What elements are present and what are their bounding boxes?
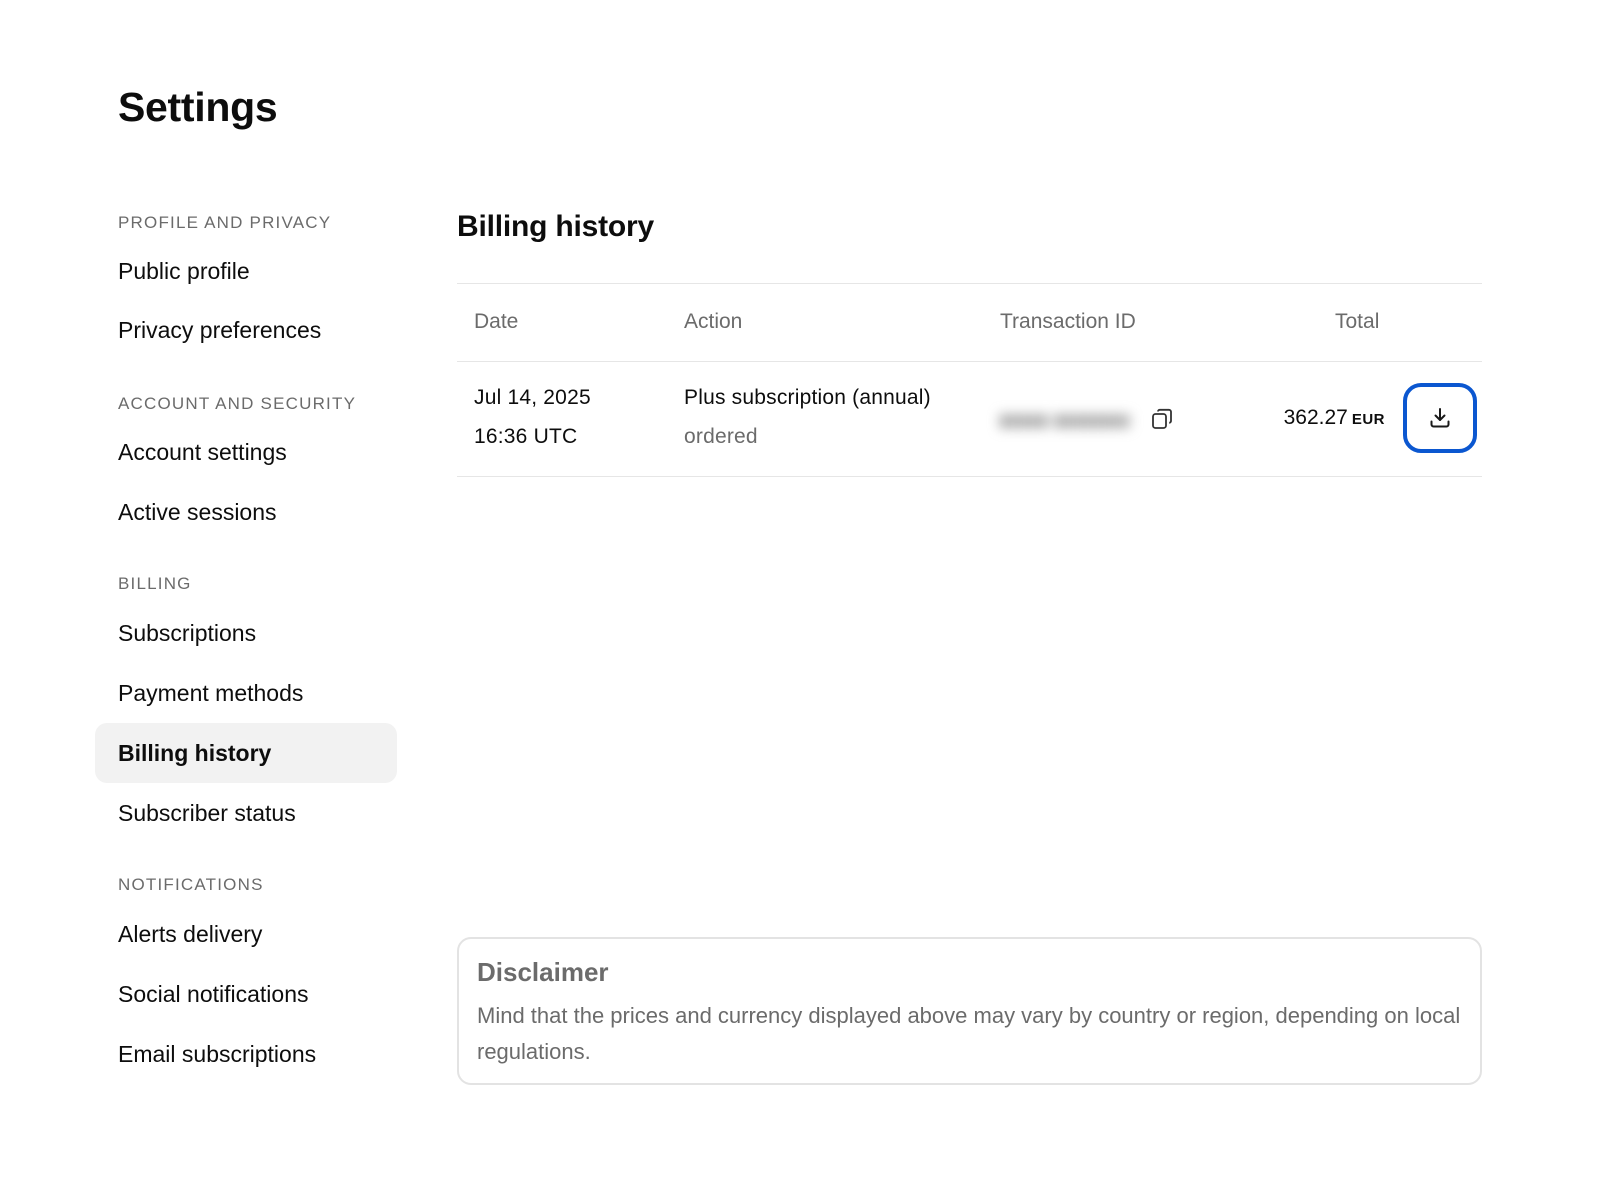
- sidebar-item-email-subscriptions[interactable]: Email subscriptions: [95, 1024, 397, 1084]
- sidebar-item-label: Payment methods: [118, 679, 304, 706]
- sidebar-section-profile-privacy: PROFILE AND PRIVACY: [118, 213, 332, 232]
- transaction-id-redacted: ▮▮▮▮▮ ▮▮▮▮▮▮▮▮ ▮▮▮: [999, 410, 1129, 428]
- sidebar-item-payment-methods[interactable]: Payment methods: [95, 663, 397, 723]
- billing-action-status: ordered: [684, 425, 758, 448]
- sidebar-item-public-profile[interactable]: Public profile: [95, 241, 397, 301]
- sidebar-item-label: Subscriber status: [118, 799, 296, 826]
- sidebar-item-subscriptions[interactable]: Subscriptions: [95, 603, 397, 663]
- sidebar-item-subscriber-status[interactable]: Subscriber status: [95, 783, 397, 843]
- page-title: Settings: [118, 84, 278, 130]
- sidebar-item-label: Active sessions: [118, 498, 277, 525]
- sidebar-item-label: Subscriptions: [118, 619, 257, 646]
- column-header-action: Action: [684, 310, 743, 333]
- column-header-date: Date: [474, 310, 519, 333]
- sidebar-item-label: Account settings: [118, 438, 287, 465]
- sidebar-section-account-security: ACCOUNT AND SECURITY: [118, 394, 357, 413]
- disclaimer-box: Disclaimer Mind that the prices and curr…: [457, 937, 1482, 1085]
- sidebar-section-notifications: NOTIFICATIONS: [118, 875, 264, 894]
- section-title: Billing history: [457, 210, 655, 243]
- copy-transaction-id-button[interactable]: [1149, 406, 1175, 432]
- sidebar-item-label: Privacy preferences: [118, 316, 322, 343]
- billing-amount: 362.27: [1283, 406, 1348, 429]
- sidebar-item-privacy-preferences[interactable]: Privacy preferences: [95, 300, 397, 360]
- billing-date: Jul 14, 2025: [474, 386, 591, 409]
- column-header-transaction-id: Transaction ID: [1000, 310, 1136, 333]
- copy-icon: [1152, 408, 1172, 429]
- sidebar-section-billing: BILLING: [118, 574, 192, 593]
- sidebar-item-label: Billing history: [118, 739, 272, 766]
- disclaimer-text: Mind that the prices and currency displa…: [477, 1003, 1461, 1064]
- sidebar-item-alerts-delivery[interactable]: Alerts delivery: [95, 904, 397, 964]
- column-header-total: Total: [1335, 310, 1380, 333]
- billing-time: 16:36 UTC: [474, 425, 578, 448]
- sidebar-item-label: Public profile: [118, 257, 250, 284]
- disclaimer-title: Disclaimer: [477, 957, 609, 987]
- sidebar-item-active-sessions[interactable]: Active sessions: [95, 482, 397, 542]
- sidebar-item-account-settings[interactable]: Account settings: [95, 422, 397, 482]
- sidebar-item-label: Email subscriptions: [118, 1040, 317, 1067]
- sidebar-item-billing-history[interactable]: Billing history: [95, 723, 397, 783]
- table-row: Jul 14, 2025 16:36 UTC Plus subscription…: [457, 362, 1482, 477]
- sidebar-item-social-notifications[interactable]: Social notifications: [95, 964, 397, 1024]
- sidebar-item-label: Social notifications: [118, 980, 309, 1007]
- download-invoice-button[interactable]: [1403, 383, 1477, 453]
- sidebar-item-label: Alerts delivery: [118, 920, 263, 947]
- download-icon: [1430, 408, 1450, 428]
- billing-action: Plus subscription (annual): [684, 386, 931, 409]
- billing-currency: EUR: [1351, 411, 1385, 428]
- table-header: Date Action Transaction ID Total: [457, 284, 1482, 362]
- billing-total: 362.27 EUR: [1284, 406, 1385, 430]
